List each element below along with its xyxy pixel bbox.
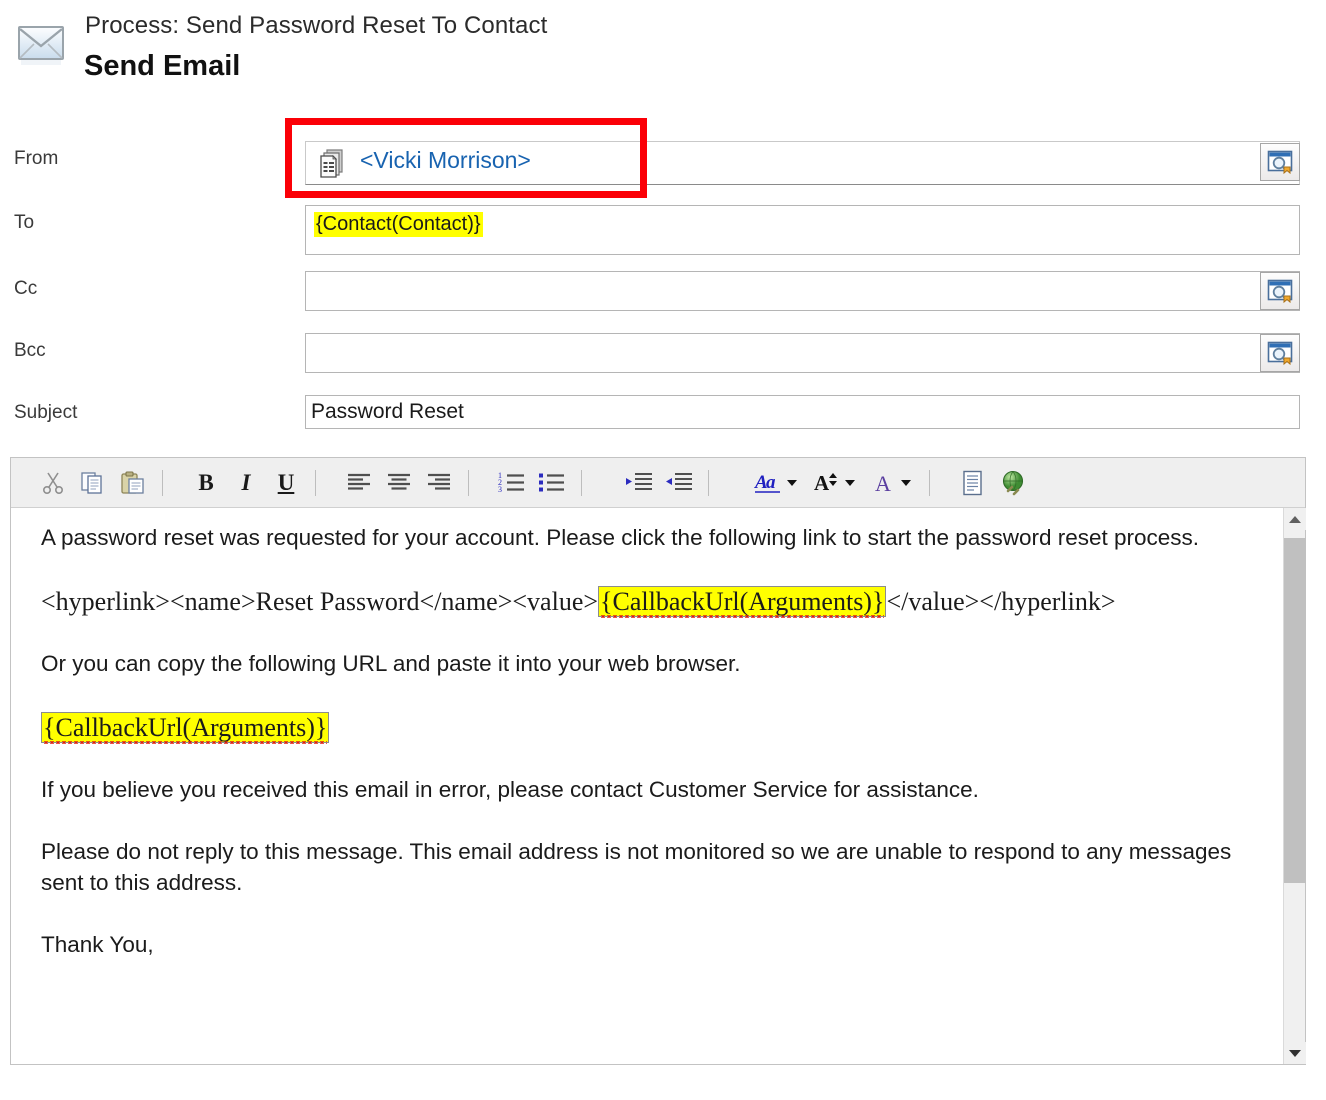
toolbar-separator: [315, 469, 316, 496]
body-paragraph-hyperlink: <hyperlink><name>Reset Password</name><v…: [41, 584, 1249, 620]
email-body-content[interactable]: A password reset was requested for your …: [11, 508, 1267, 960]
italic-button[interactable]: I: [226, 464, 266, 502]
chevron-down-icon: [786, 479, 797, 486]
send-email-form: Process: Send Password Reset To Contact …: [0, 0, 1326, 1100]
editor-toolbar: B I U 1 2 3 A a A A: [11, 458, 1305, 508]
email-body-editor[interactable]: A password reset was requested for your …: [11, 508, 1305, 1064]
font-size-icon[interactable]: A: [804, 464, 862, 502]
body-paragraph: If you believe you received this email i…: [41, 777, 979, 802]
body-vertical-scrollbar[interactable]: [1283, 508, 1306, 1064]
body-paragraph: Please do not reply to this message. Thi…: [41, 839, 1232, 895]
bold-button[interactable]: B: [186, 464, 226, 502]
underline-label: U: [277, 469, 295, 495]
toolbar-separator: [581, 469, 582, 496]
svg-text:A: A: [875, 471, 891, 496]
lookup-window-icon: [1267, 279, 1293, 304]
rich-text-editor: B I U 1 2 3 A a A A A password reset was…: [10, 457, 1306, 1065]
scroll-down-icon[interactable]: [1284, 1042, 1306, 1064]
callback-url-token[interactable]: {CallbackUrl(Arguments)}: [598, 586, 887, 617]
cc-input[interactable]: [305, 271, 1300, 311]
insert-hyperlink-icon[interactable]: [993, 464, 1033, 502]
subject-value[interactable]: Password Reset: [311, 400, 464, 424]
lookup-window-icon: [1267, 150, 1293, 175]
align-left-icon[interactable]: [339, 464, 379, 502]
font-color-icon[interactable]: A: [862, 464, 920, 502]
align-right-icon[interactable]: [419, 464, 459, 502]
body-paragraph: Or you can copy the following URL and pa…: [41, 651, 741, 676]
chevron-down-icon: [844, 479, 855, 486]
page-title: Send Email: [84, 50, 241, 82]
toolbar-separator: [162, 469, 163, 496]
subject-label: Subject: [14, 402, 78, 423]
bcc-lookup-button[interactable]: [1260, 334, 1300, 372]
scroll-thumb[interactable]: [1284, 538, 1306, 883]
italic-label: I: [241, 469, 251, 495]
to-label: To: [14, 212, 35, 233]
cc-label: Cc: [14, 278, 38, 299]
insert-template-icon[interactable]: [953, 464, 993, 502]
bcc-input[interactable]: [305, 333, 1300, 373]
callback-url-token[interactable]: {CallbackUrl(Arguments)}: [41, 712, 330, 743]
toolbar-separator: [468, 469, 469, 496]
toolbar-separator: [708, 469, 709, 496]
callback-url-text: {CallbackUrl(Arguments)}: [600, 587, 885, 616]
envelope-icon: [12, 20, 70, 68]
bold-label: B: [198, 469, 214, 495]
hyperlink-close-text: </value></hyperlink>: [886, 587, 1116, 616]
align-center-icon[interactable]: [379, 464, 419, 502]
svg-text:a: a: [766, 472, 776, 493]
numbered-list-icon[interactable]: 1 2 3: [492, 464, 532, 502]
cut-icon[interactable]: [33, 464, 73, 502]
copy-icon[interactable]: [73, 464, 113, 502]
decrease-indent-icon[interactable]: [659, 464, 699, 502]
body-paragraph: A password reset was requested for your …: [41, 525, 1200, 550]
hyperlink-open-text: <hyperlink><name>Reset Password</name><v…: [41, 587, 599, 616]
from-lookup-button[interactable]: [1260, 143, 1300, 181]
bulleted-list-icon[interactable]: [532, 464, 572, 502]
font-name-icon[interactable]: A a: [746, 464, 804, 502]
svg-text:A: A: [814, 471, 830, 495]
from-value[interactable]: <Vicki Morrison>: [360, 147, 531, 174]
body-paragraph-callback: {CallbackUrl(Arguments)}: [41, 710, 1249, 746]
underline-button[interactable]: U: [266, 464, 306, 502]
scroll-up-icon[interactable]: [1284, 508, 1306, 530]
cc-lookup-button[interactable]: [1260, 272, 1300, 310]
increase-indent-icon[interactable]: [619, 464, 659, 502]
bcc-label: Bcc: [14, 340, 46, 361]
chevron-down-icon: [900, 479, 911, 486]
from-label: From: [14, 148, 59, 169]
paste-icon[interactable]: [113, 464, 153, 502]
page-header: Process: Send Password Reset To Contact …: [0, 0, 1326, 104]
body-paragraph-signoff: Thank You,: [41, 932, 154, 957]
svg-text:3: 3: [498, 485, 502, 494]
toolbar-separator: [929, 469, 930, 496]
lookup-window-icon: [1267, 341, 1293, 366]
callback-url-text: {CallbackUrl(Arguments)}: [43, 713, 328, 742]
record-stack-icon: [318, 148, 346, 178]
to-value[interactable]: {Contact(Contact)}: [314, 212, 483, 237]
process-breadcrumb: Process: Send Password Reset To Contact: [85, 12, 548, 39]
